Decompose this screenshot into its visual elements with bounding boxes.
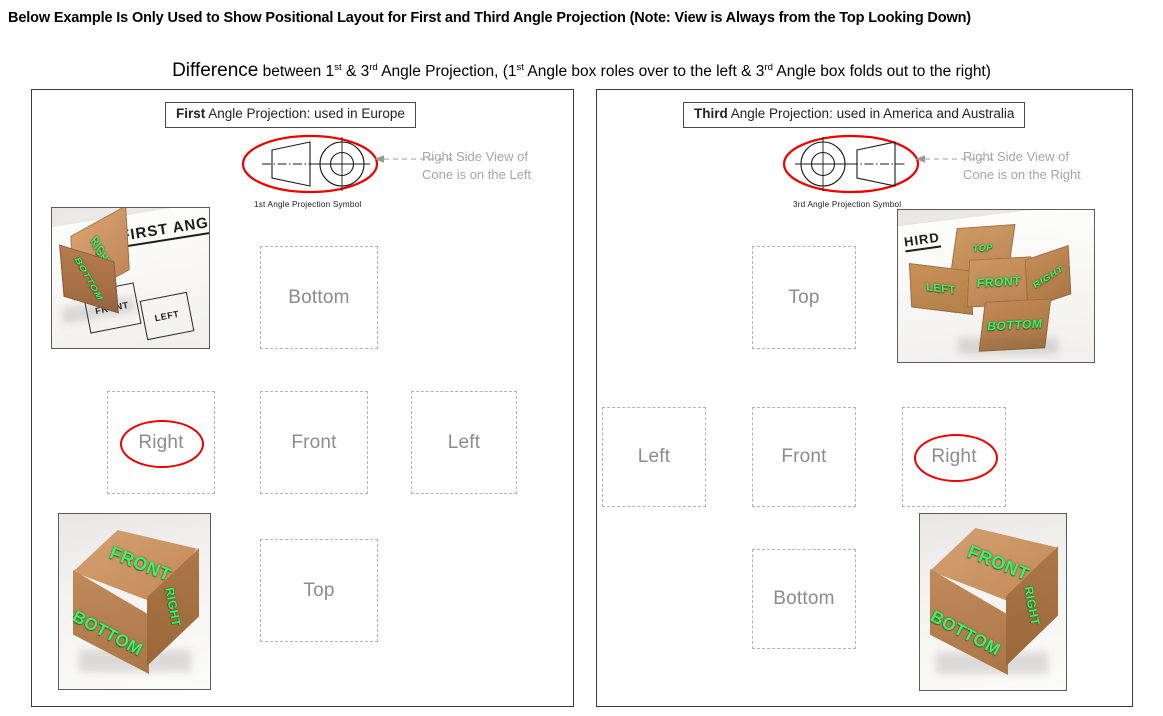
- net-shadow: [958, 338, 1058, 354]
- view-cell-left[interactable]: Left: [602, 407, 706, 507]
- first-angle-leader-text-line1: Right Side View of: [422, 149, 528, 164]
- box-face-bottom-label: BOTTOM: [72, 257, 106, 301]
- net-face-front-label: FRONT: [976, 273, 1022, 291]
- subtitle: Difference between 1st & 3rd Angle Proje…: [0, 60, 1163, 82]
- third-angle-unfolded-box-photo: HIRD TOP LEFT FRONT RIGHT BOTTOM: [897, 209, 1095, 363]
- third-angle-title: Third Angle Projection: used in America …: [683, 102, 1026, 128]
- subtitle-part-c: Angle Projection, (1: [377, 63, 517, 80]
- subtitle-part-b: & 3: [341, 63, 370, 80]
- view-cell-front[interactable]: Front: [752, 407, 856, 507]
- view-cell-left[interactable]: Left: [411, 391, 517, 494]
- view-cell-front-label: Front: [781, 446, 827, 467]
- cube-face-front-label: FRONT: [964, 540, 1033, 584]
- view-cell-right[interactable]: Right: [902, 407, 1006, 507]
- view-cell-top-label: Top: [303, 579, 335, 601]
- cube-face-right-label: RIGHT: [1021, 585, 1043, 627]
- first-angle-leader-text: Right Side View of Cone is on the Left: [422, 148, 531, 183]
- subtitle-sup-3rd: rd: [369, 61, 378, 73]
- subtitle-lead: Difference: [172, 60, 259, 81]
- view-cell-right[interactable]: Right: [107, 391, 215, 494]
- net-face-bottom-label: BOTTOM: [986, 316, 1044, 334]
- third-angle-projection-symbol: [781, 133, 931, 195]
- net-face-right-label: RIGHT: [1031, 263, 1065, 291]
- first-angle-projection-symbol: [240, 133, 390, 195]
- view-cell-right-label: Right: [138, 431, 184, 453]
- view-cell-left-label: Left: [447, 431, 481, 453]
- first-angle-title-bold: First: [176, 106, 206, 121]
- view-cell-bottom[interactable]: Bottom: [752, 549, 856, 649]
- net-face-left-label: LEFT: [925, 281, 957, 297]
- first-angle-leader-text-line2: Cone is on the Left: [422, 166, 532, 182]
- first-angle-panel: First Angle Projection: used in Europe 1…: [31, 89, 574, 707]
- third-angle-title-bold: Third: [694, 106, 728, 121]
- projection-layout-page: Below Example Is Only Used to Show Posit…: [0, 0, 1163, 716]
- page-title: Below Example Is Only Used to Show Posit…: [8, 10, 971, 26]
- view-cell-top[interactable]: Top: [260, 539, 378, 642]
- view-cell-bottom-label: Bottom: [288, 286, 350, 308]
- first-angle-rolling-box-photo: FIRST ANG FRONT LEFT RIGHT BOTTOM: [51, 207, 210, 349]
- view-cell-right-label: Right: [931, 446, 977, 467]
- third-angle-panel: Third Angle Projection: used in America …: [596, 89, 1133, 707]
- net-face-top-label: TOP: [972, 242, 994, 254]
- net-face-left: LEFT: [908, 262, 974, 316]
- subtitle-sup-1st-b: st: [516, 61, 524, 73]
- subtitle-sup-1st: st: [334, 61, 342, 73]
- subtitle-part-d: Angle box roles over to the left & 3: [523, 63, 765, 80]
- first-angle-cube-photo: FRONT BOTTOM RIGHT: [58, 513, 211, 690]
- cube-face-front-label: FRONT: [106, 541, 175, 585]
- third-angle-leader-text-line1: Right Side View of: [963, 149, 1069, 164]
- view-cell-front-label: Front: [291, 431, 337, 453]
- first-angle-title-rest: Angle Projection: used in Europe: [205, 106, 405, 121]
- third-angle-leader-text: Right Side View of Cone is on the Right: [963, 148, 1081, 183]
- view-cell-bottom[interactable]: Bottom: [260, 246, 378, 349]
- third-angle-symbol-caption: 3rd Angle Projection Symbol: [793, 200, 902, 209]
- subtitle-sup-3rd-b: rd: [764, 61, 773, 73]
- subtitle-part-a: between 1: [258, 63, 335, 80]
- third-angle-leader-text-line2: Cone is on the Right: [963, 166, 1081, 182]
- view-cell-top-label: Top: [788, 286, 820, 308]
- subtitle-part-e: Angle box folds out to the right): [772, 63, 991, 80]
- third-angle-cube-photo: FRONT BOTTOM RIGHT: [919, 513, 1067, 691]
- view-cell-left-label: Left: [637, 446, 671, 467]
- first-angle-symbol-caption: 1st Angle Projection Symbol: [254, 200, 362, 209]
- cube-face-right-label: RIGHT: [162, 586, 184, 628]
- first-angle-title: First Angle Projection: used in Europe: [165, 102, 416, 128]
- third-angle-title-rest: Angle Projection: used in America and Au…: [727, 106, 1015, 121]
- view-cell-bottom-label: Bottom: [773, 588, 835, 609]
- view-cell-top[interactable]: Top: [752, 246, 856, 349]
- view-cell-front[interactable]: Front: [260, 391, 368, 494]
